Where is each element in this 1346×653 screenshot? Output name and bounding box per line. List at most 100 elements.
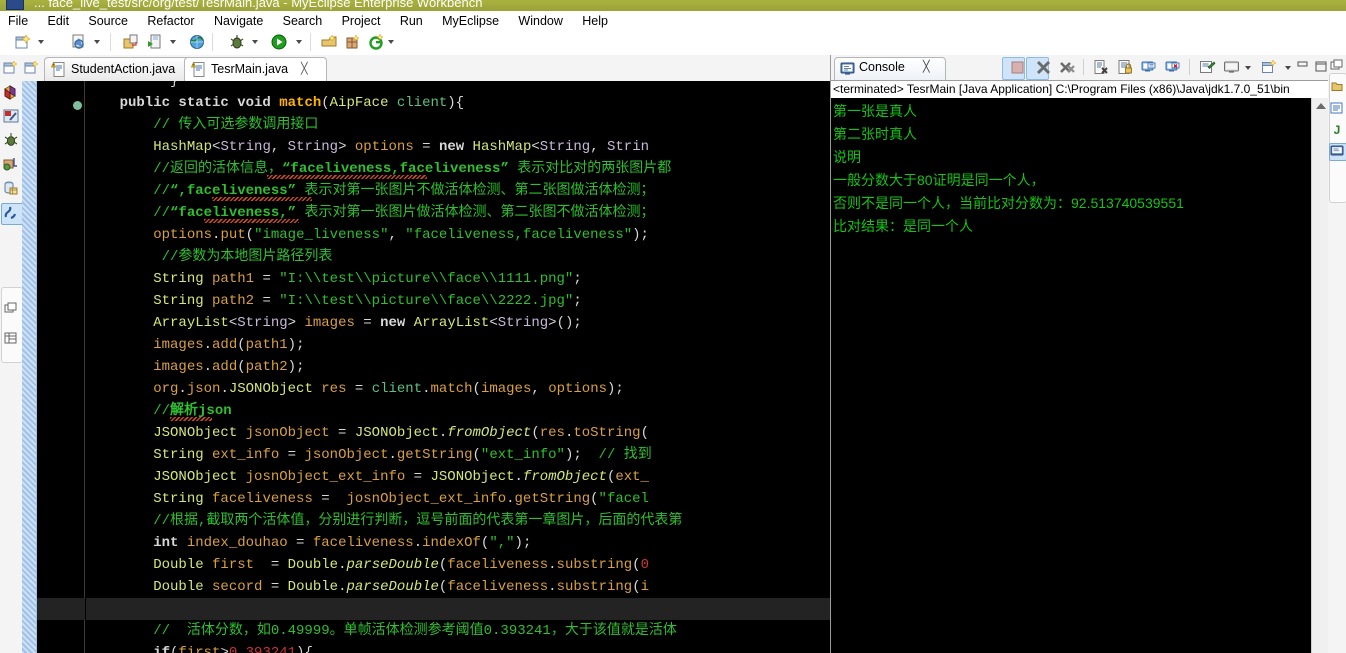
- right-view-bar: J: [1328, 55, 1346, 653]
- code-line-94: if(first>0.393241){: [86, 645, 313, 653]
- close-icon[interactable]: ╳: [301, 58, 308, 80]
- java-perspective-icon[interactable]: [3, 205, 19, 221]
- code-line-79: ArrayList<String> images = new ArrayList…: [86, 315, 582, 331]
- new-dropdown-arrow[interactable]: [38, 40, 44, 44]
- code-line-74: //“faceliveness,” 表示对第一张图片做活体检测、第二张图不做活体…: [86, 205, 655, 221]
- console-tab[interactable]: Console ╳: [834, 57, 946, 80]
- display-selected-console-icon[interactable]: [1223, 59, 1240, 76]
- editor-tab-label: TesrMain.java: [211, 62, 289, 76]
- display-console-dropdown-arrow[interactable]: [1245, 66, 1251, 70]
- debug-perspective-icon[interactable]: [3, 132, 19, 148]
- code-line-80: images.add(path1);: [86, 337, 305, 353]
- console-toolbar-separator: [1083, 59, 1084, 75]
- perspective-switcher-bar: [0, 55, 23, 653]
- java-file-warning-icon: [190, 61, 205, 77]
- run-icon[interactable]: [270, 33, 288, 51]
- outline-min-icon[interactable]: [1330, 101, 1344, 115]
- myeclipse-icon[interactable]: [368, 33, 386, 51]
- maximize-view-icon[interactable]: [1315, 61, 1327, 73]
- show-console-on-error-icon[interactable]: [1165, 59, 1182, 76]
- myeclipse-dropdown-arrow[interactable]: [388, 40, 394, 44]
- gutter-divider: [84, 81, 85, 653]
- console-tab-strip: Console ╳: [831, 55, 1329, 80]
- code-line-85: String ext_info = jsonObject.getString("…: [86, 447, 652, 463]
- menu-item-window[interactable]: Window: [510, 11, 570, 29]
- console-min-icon[interactable]: [1330, 144, 1344, 158]
- code-line-86: JSONObject josnObject_ext_info = JSONObj…: [86, 469, 649, 485]
- menu-item-navigate[interactable]: Navigate: [206, 11, 271, 29]
- menu-item-file[interactable]: File: [0, 11, 36, 29]
- menu-item-edit[interactable]: Edit: [40, 11, 78, 29]
- new-wizard-icon[interactable]: [14, 33, 32, 51]
- db-explorer-icon[interactable]: [344, 33, 362, 51]
- remove-launch-icon[interactable]: [1035, 59, 1052, 76]
- package-explorer-icon[interactable]: [3, 330, 19, 346]
- open-type-icon[interactable]: [122, 33, 140, 51]
- scroll-up-arrow-icon[interactable]: [1316, 103, 1326, 109]
- terminate-icon[interactable]: [1009, 59, 1026, 76]
- myeclipse-persistence-icon[interactable]: [3, 108, 19, 124]
- deploy-icon[interactable]: [320, 33, 338, 51]
- fold-collapse-icon[interactable]: [73, 101, 82, 110]
- annotation-overview-ruler[interactable]: [22, 81, 36, 653]
- code-line-75: options.put("image_liveness", "faceliven…: [86, 227, 649, 243]
- restore-view-icon[interactable]: [3, 300, 19, 316]
- editor-tab-label: StudentAction.java: [71, 62, 176, 76]
- minimized-views-group: [1, 287, 23, 363]
- myeclipse-java-enterprise-icon[interactable]: [3, 84, 19, 100]
- console-output-area[interactable]: 第一张是真人 第二张时真人 说明 一般分数大于80证明是同一个人， 否则不是同一…: [831, 98, 1311, 653]
- code-line-93: // 活体分数，如0.49999。单帧活体检测参考阈值0.393241，大于该值…: [86, 623, 677, 639]
- print-preview-icon[interactable]: [70, 33, 88, 51]
- editor-tab-tesrmain[interactable]: TesrMain.java ╳: [184, 57, 327, 81]
- code-line-71: HashMap<String, String> options = new Ha…: [86, 139, 650, 155]
- menu-bar: File Edit Source Refactor Navigate Searc…: [0, 11, 1346, 29]
- window-title-bar: ... face_live_test/src/org/test/TesrMain…: [0, 0, 1346, 11]
- menu-item-search[interactable]: Search: [275, 11, 331, 29]
- console-output-line: 否则不是同一个人，当前比对分数为：92.513740539551: [833, 195, 1184, 211]
- open-console-dropdown-arrow[interactable]: [1285, 66, 1291, 70]
- java-min-icon[interactable]: J: [1330, 123, 1344, 137]
- debug-icon[interactable]: [228, 33, 246, 51]
- database-explorer-icon[interactable]: [3, 180, 19, 196]
- open-console-icon[interactable]: [1261, 59, 1278, 76]
- scroll-lock-icon[interactable]: [1117, 59, 1134, 76]
- spell-warning-underline: [212, 197, 312, 201]
- team-synchronizing-icon[interactable]: [3, 156, 19, 172]
- spell-warning-underline: [267, 175, 427, 179]
- toolbar-separator-2: [212, 33, 213, 51]
- run-dropdown-arrow[interactable]: [296, 40, 302, 44]
- editor-tab-studentaction[interactable]: StudentAction.java: [44, 57, 192, 81]
- console-output-line: 第一张是真人: [833, 103, 917, 119]
- toolbar-separator-3: [310, 33, 311, 51]
- debug-dropdown-arrow[interactable]: [252, 40, 258, 44]
- current-line-gutter-highlight: [37, 598, 85, 620]
- code-line-69: public static void match(AipFace client)…: [86, 95, 465, 111]
- restore-icon[interactable]: [1330, 58, 1344, 72]
- show-console-on-output-icon[interactable]: [1141, 59, 1158, 76]
- menu-item-myeclipse[interactable]: MyEclipse: [434, 11, 507, 29]
- run-external-icon[interactable]: [146, 33, 164, 51]
- minimize-view-icon[interactable]: [1297, 61, 1309, 73]
- code-line-73: //“,faceliveness” 表示对第一张图片不做活体检测、第二张图做活体…: [86, 183, 655, 199]
- menu-item-project[interactable]: Project: [334, 11, 389, 29]
- code-line-88: //根据,截取两个活体值，分别进行判断，逗号前面的代表第一章图片，后面的代表第: [86, 513, 683, 529]
- clear-console-icon[interactable]: [1093, 59, 1110, 76]
- console-output-line: 说明: [833, 149, 861, 165]
- pin-console-icon[interactable]: [1199, 59, 1216, 76]
- toolbar-separator: [110, 33, 111, 51]
- print-dropdown-arrow[interactable]: [94, 40, 100, 44]
- new-editor-icon[interactable]: [24, 60, 40, 76]
- menu-item-run[interactable]: Run: [392, 11, 431, 29]
- external-dropdown-arrow[interactable]: [170, 40, 176, 44]
- package-explorer-min-icon[interactable]: [1330, 79, 1344, 93]
- code-line-89: int index_douhao = faceliveness.indexOf(…: [86, 535, 532, 551]
- menu-item-source[interactable]: Source: [80, 11, 136, 29]
- web-browser-icon[interactable]: [188, 33, 206, 51]
- close-icon[interactable]: ╳: [923, 60, 930, 73]
- menu-item-help[interactable]: Help: [574, 11, 616, 29]
- code-line-70: // 传入可选参数调用接口: [86, 117, 319, 133]
- menu-item-refactor[interactable]: Refactor: [139, 11, 202, 29]
- spell-warning-underline: [204, 219, 299, 223]
- remove-all-terminated-icon[interactable]: [1059, 59, 1076, 76]
- open-perspective-icon[interactable]: [3, 60, 19, 76]
